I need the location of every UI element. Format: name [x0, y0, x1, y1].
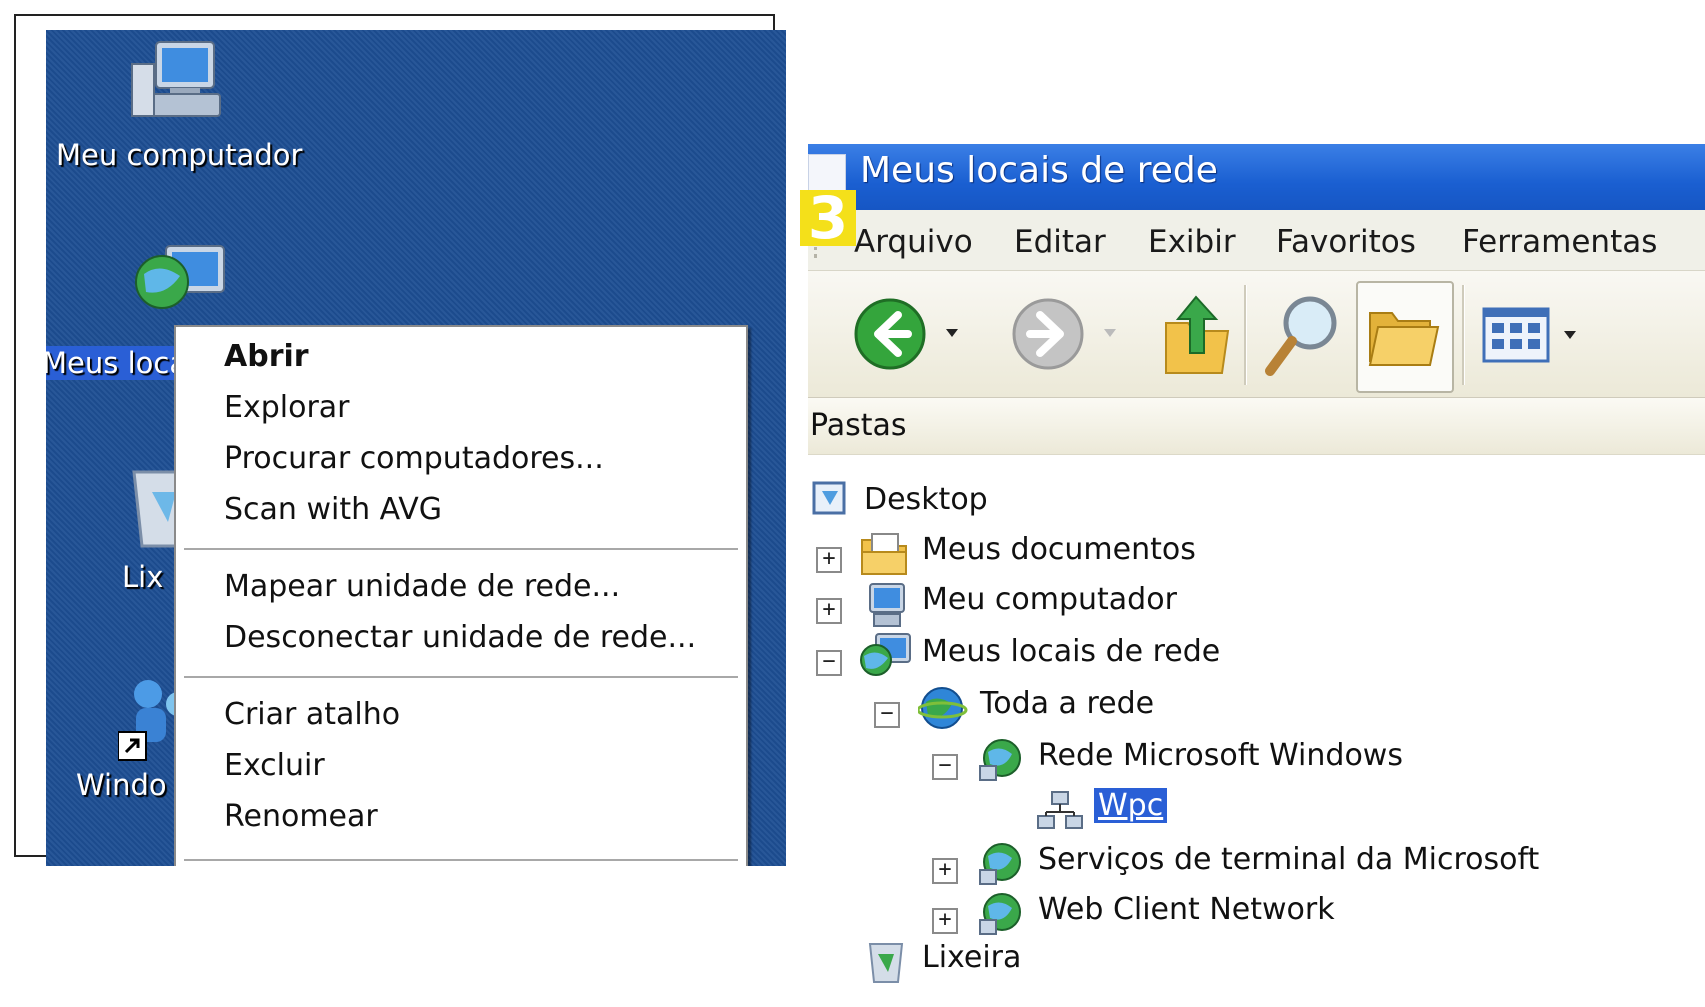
tree-item-ms-windows-network[interactable]: Rede Microsoft Windows [1038, 738, 1403, 773]
menu-exibir[interactable]: Exibir [1148, 224, 1236, 260]
windows-network-icon[interactable] [978, 736, 1024, 784]
tree-item-wpc[interactable]: Wpc [1094, 788, 1168, 823]
workgroup-icon[interactable] [1036, 790, 1084, 834]
back-icon[interactable] [854, 297, 964, 371]
menu-separator [184, 548, 738, 551]
menu-item-create-shortcut[interactable]: Criar atalho [224, 697, 400, 732]
tree-item-desktop[interactable]: Desktop [864, 482, 988, 517]
menu-item-rename[interactable]: Renomear [224, 799, 378, 834]
explorer-window: Meus locais de rede Arquivo Editar Exibi… [808, 144, 1705, 1007]
up-folder-icon[interactable] [1162, 293, 1232, 377]
expand-icon[interactable]: + [816, 547, 842, 573]
network-places-icon[interactable] [860, 632, 912, 680]
views-icon[interactable] [1482, 307, 1592, 367]
expand-icon[interactable]: + [932, 858, 958, 884]
search-icon[interactable] [1262, 291, 1342, 381]
menu-separator [184, 676, 738, 679]
tree-item-web-client-network[interactable]: Web Client Network [1038, 892, 1335, 927]
folders-icon [1368, 312, 1440, 366]
collapse-icon[interactable]: − [816, 650, 842, 676]
my-computer-icon[interactable] [864, 582, 908, 628]
tree-item-entire-network[interactable]: Toda a rede [980, 686, 1154, 721]
tree-item-terminal-services[interactable]: Serviços de terminal da Microsoft [1038, 842, 1539, 877]
collapse-icon[interactable]: − [932, 754, 958, 780]
folders-pane-header: Pastas [808, 398, 1705, 455]
my-computer-icon[interactable] [130, 38, 230, 128]
terminal-services-icon[interactable] [978, 840, 1024, 888]
network-places-icon[interactable] [130, 242, 230, 332]
window-title: Meus locais de rede [860, 150, 1218, 191]
menu-item-disconnect-drive[interactable]: Desconectar unidade de rede... [224, 620, 696, 655]
step-badge: 3 [800, 189, 856, 247]
desktop-icon[interactable] [810, 479, 850, 519]
menu-ferramentas[interactable]: Ferramentas [1462, 224, 1657, 260]
menu-item-explore[interactable]: Explorar [224, 390, 350, 425]
tree-item-network-places[interactable]: Meus locais de rede [922, 634, 1220, 669]
menu-item-map-drive[interactable]: Mapear unidade de rede... [224, 569, 620, 604]
desktop-icon-label[interactable]: Meu computador [56, 138, 302, 172]
menu-item-search-computers[interactable]: Procurar computadores... [224, 441, 604, 476]
menu-editar[interactable]: Editar [1014, 224, 1106, 260]
menu-item-scan-avg[interactable]: Scan with AVG [224, 492, 442, 527]
desktop-icon-label[interactable]: Lix [122, 560, 163, 594]
frame-bottom-line [14, 855, 48, 857]
menu-arquivo[interactable]: Arquivo [854, 224, 973, 260]
my-documents-icon[interactable] [860, 532, 910, 576]
context-menu: Abrir Explorar Procurar computadores... … [174, 325, 748, 866]
expand-icon[interactable]: + [816, 598, 842, 624]
web-client-network-icon[interactable] [978, 890, 1024, 938]
tree-item-my-documents[interactable]: Meus documentos [922, 532, 1196, 567]
menu-item-delete[interactable]: Excluir [224, 748, 325, 783]
entire-network-icon[interactable] [918, 684, 968, 732]
forward-icon[interactable] [1012, 297, 1122, 371]
menu-favoritos[interactable]: Favoritos [1276, 224, 1416, 260]
tree-item-recycle-bin[interactable]: Lixeira [922, 940, 1021, 975]
menu-bar: Arquivo Editar Exibir Favoritos Ferramen… [808, 210, 1705, 271]
folders-pane-label: Pastas [810, 408, 907, 443]
collapse-icon[interactable]: − [874, 702, 900, 728]
toolbar-separator [1462, 285, 1465, 385]
recycle-bin-icon[interactable] [864, 938, 908, 986]
tree-item-my-computer[interactable]: Meu computador [922, 582, 1177, 617]
menu-separator [184, 859, 738, 862]
title-bar[interactable]: Meus locais de rede [808, 144, 1705, 210]
toolbar [808, 271, 1705, 398]
toolbar-separator [1244, 285, 1247, 385]
desktop-icon-label[interactable]: Windo [76, 768, 167, 802]
desktop-icon-label[interactable]: Meus loca [46, 346, 192, 380]
menu-item-open[interactable]: Abrir [224, 339, 309, 374]
desktop: Meu computador Meus loca Lix Windo Abrir… [46, 30, 786, 866]
expand-icon[interactable]: + [932, 908, 958, 934]
